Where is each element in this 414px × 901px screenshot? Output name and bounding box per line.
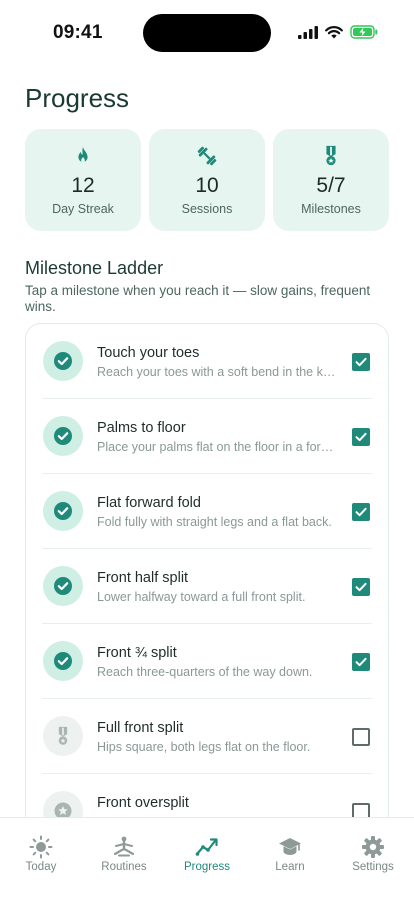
cellular-signal-icon: [298, 25, 318, 39]
tab-settings[interactable]: Settings: [332, 818, 414, 901]
tab-label: Settings: [352, 861, 394, 873]
stat-label-milestones: Milestones: [301, 202, 361, 216]
dumbbell-icon: [197, 146, 217, 166]
stat-value-sessions: 10: [195, 174, 219, 197]
stat-card-sessions: 10 Sessions: [149, 129, 265, 231]
section-title: Milestone Ladder: [25, 258, 164, 278]
dynamic-island: [143, 14, 271, 52]
tab-label: Today: [25, 861, 57, 873]
milestone-badge: [43, 416, 83, 456]
section-subtitle: Tap a milestone when you reach it — slow…: [25, 283, 371, 314]
milestone-item[interactable]: Front half split Lower halfway toward a …: [42, 549, 372, 624]
milestone-badge: [43, 716, 83, 756]
stat-label-streak: Day Streak: [52, 202, 114, 216]
milestone-title: Front ¾ split: [97, 645, 177, 661]
stat-card-milestones: 5/7 Milestones: [273, 129, 389, 231]
milestone-badge: [43, 491, 83, 531]
page-title: Progress: [25, 83, 130, 113]
status-icons: [298, 25, 378, 39]
checkmark-icon: [355, 507, 367, 517]
milestone-description: Fold fully with straight legs and a flat…: [97, 515, 332, 529]
tab-progress[interactable]: Progress: [166, 818, 248, 901]
milestone-title: Palms to floor: [97, 420, 186, 436]
tab-routines[interactable]: Routines: [83, 818, 165, 901]
milestone-title: Front oversplit: [97, 795, 189, 811]
checkmark-icon: [355, 357, 367, 367]
stats-row: 12 Day Streak 10 Sessions 5/7 Milestones: [25, 129, 389, 231]
milestone-description: Hips square, both legs flat on the floor…: [97, 740, 311, 754]
checkmark-icon: [355, 657, 367, 667]
trend-icon: [195, 838, 218, 856]
status-time: 09:41: [53, 22, 103, 43]
milestone-list: Touch your toes Reach your toes with a s…: [25, 323, 389, 845]
milestone-checkbox[interactable]: [352, 578, 370, 596]
milestone-item[interactable]: Palms to floor Place your palms flat on …: [42, 399, 372, 474]
milestone-checkbox[interactable]: [352, 428, 370, 446]
milestone-description: Place your palms flat on the floor in a …: [97, 440, 340, 454]
tab-label: Routines: [101, 861, 147, 873]
stat-value-milestones: 5/7: [316, 174, 346, 197]
milestone-description: Lower halfway toward a full front split.: [97, 590, 306, 604]
milestone-title: Flat forward fold: [97, 495, 201, 511]
milestone-checkbox[interactable]: [352, 503, 370, 521]
tab-label: Learn: [275, 861, 305, 873]
tab-today[interactable]: Today: [0, 818, 82, 901]
medal-icon: [326, 145, 336, 166]
sun-icon: [29, 835, 53, 859]
milestone-badge: [43, 341, 83, 381]
check-circle-icon: [54, 502, 72, 520]
milestone-checkbox[interactable]: [352, 653, 370, 671]
checkmark-icon: [355, 582, 367, 592]
milestone-description: Reach your toes with a soft bend in the …: [97, 365, 340, 379]
milestone-item[interactable]: Flat forward fold Fold fully with straig…: [42, 474, 372, 549]
checkmark-icon: [355, 432, 367, 442]
status-bar: 09:41: [0, 0, 414, 64]
milestone-badge: [43, 566, 83, 606]
milestone-title: Touch your toes: [97, 345, 200, 361]
milestone-title: Full front split: [97, 720, 184, 736]
gear-icon: [362, 836, 384, 858]
milestone-item[interactable]: Full front split Hips square, both legs …: [42, 699, 372, 774]
milestone-checkbox[interactable]: [352, 728, 370, 746]
tab-learn[interactable]: Learn: [249, 818, 331, 901]
stat-card-streak: 12 Day Streak: [25, 129, 141, 231]
yoga-icon: [113, 836, 135, 857]
medal-icon: [58, 726, 68, 745]
milestone-title: Front half split: [97, 570, 189, 586]
wifi-icon: [325, 25, 343, 38]
battery-charging-icon: [350, 25, 378, 39]
check-circle-icon: [54, 352, 72, 370]
tab-label: Progress: [183, 861, 231, 873]
milestone-item[interactable]: Touch your toes Reach your toes with a s…: [42, 324, 372, 399]
check-circle-icon: [54, 652, 72, 670]
stat-value-streak: 12: [71, 174, 95, 197]
check-circle-icon: [54, 577, 72, 595]
bottom-tab-bar: Today Routines Progress Learn Settings: [0, 817, 414, 901]
milestone-item[interactable]: Front ¾ split Reach three-quarters of th…: [42, 624, 372, 699]
graduation-cap-icon: [279, 838, 301, 855]
stat-label-sessions: Sessions: [181, 202, 233, 216]
flame-icon: [78, 146, 88, 163]
milestone-description: Reach three-quarters of the way down.: [97, 665, 313, 679]
milestone-badge: [43, 641, 83, 681]
milestone-checkbox[interactable]: [352, 353, 370, 371]
check-circle-icon: [54, 427, 72, 445]
